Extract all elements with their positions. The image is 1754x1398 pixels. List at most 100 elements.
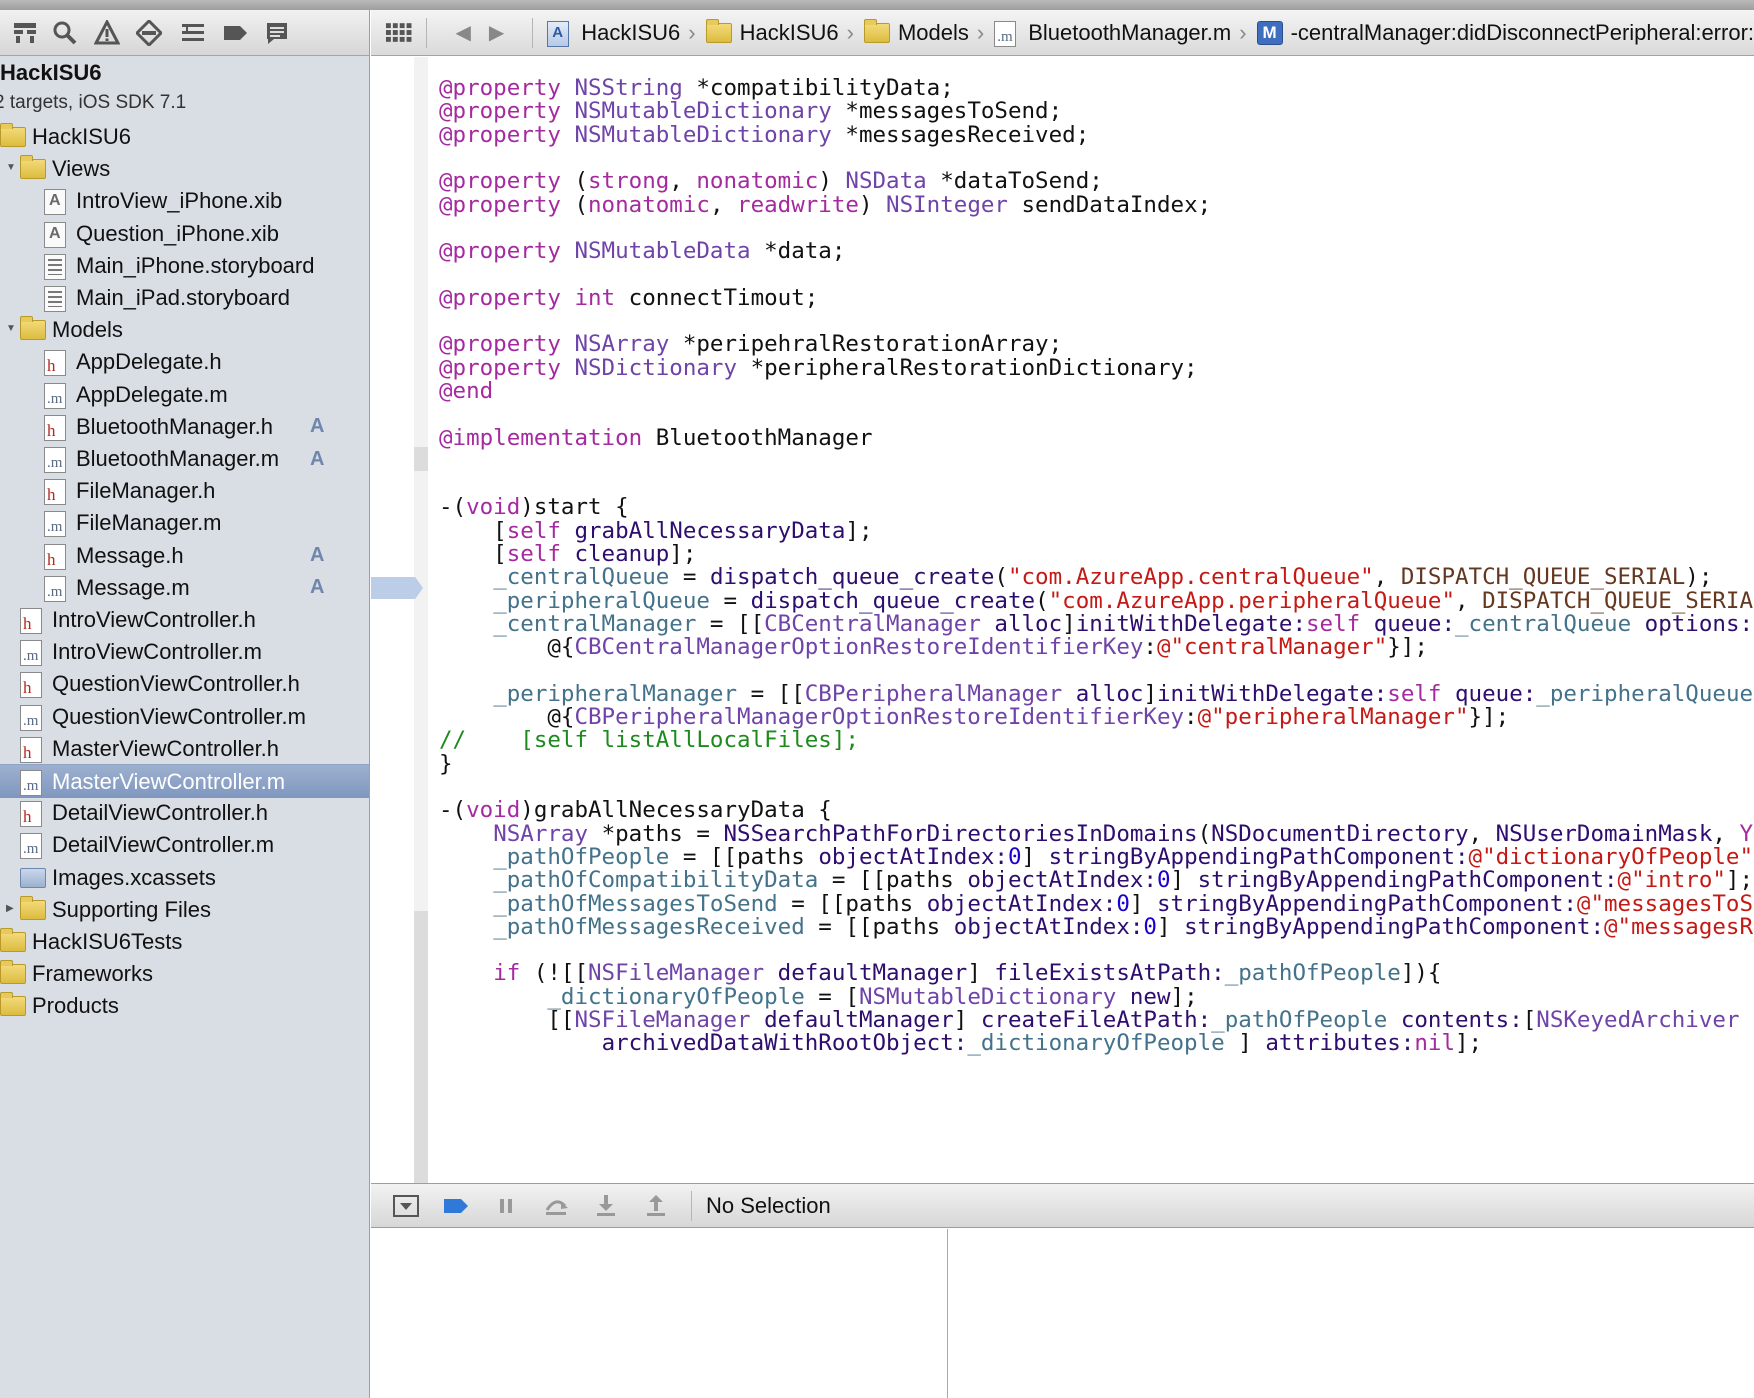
- code-line[interactable]: @property NSMutableDictionary *messagesR…: [439, 122, 1089, 148]
- code-line[interactable]: archivedDataWithRootObject:_dictionaryOf…: [439, 1030, 1483, 1056]
- editor-gutter[interactable]: [371, 57, 428, 1183]
- code-line[interactable]: _peripheralManager = [[CBPeripheralManag…: [439, 681, 1754, 707]
- navigator-item-label: IntroViewController.h: [52, 607, 256, 632]
- navigator-item[interactable]: ▼ Views: [0, 152, 369, 186]
- breadcrumb-file[interactable]: .m BluetoothManager.m ›: [994, 20, 1256, 47]
- navigator-item[interactable]: HackISU6: [0, 120, 369, 154]
- breakpoints-toggle-icon[interactable]: [441, 1192, 471, 1220]
- code-line[interactable]: @property (strong, nonatomic) NSData *da…: [439, 168, 1103, 194]
- code-line[interactable]: _centralQueue = dispatch_queue_create("c…: [439, 564, 1712, 590]
- navigator-item[interactable]: .m MasterViewController.m: [0, 764, 369, 798]
- go-back-icon[interactable]: ◀: [455, 20, 470, 45]
- code-line[interactable]: _pathOfPeople = [[paths objectAtIndex:0]…: [439, 844, 1754, 870]
- log-navigator-icon[interactable]: [262, 18, 292, 48]
- code-line[interactable]: if (![[NSFileManager defaultManager] fil…: [439, 960, 1441, 986]
- navigator-item[interactable]: .m DetailViewController.m: [0, 828, 369, 862]
- code-line[interactable]: _pathOfCompatibilityData = [[paths objec…: [439, 867, 1753, 893]
- code-line[interactable]: @property NSMutableDictionary *messagesT…: [439, 98, 1062, 124]
- code-line[interactable]: [[NSFileManager defaultManager] createFi…: [439, 1007, 1739, 1033]
- code-line[interactable]: _peripheralQueue = dispatch_queue_create…: [439, 588, 1754, 614]
- breadcrumb-group-hackisu6[interactable]: HackISU6 ›: [705, 18, 864, 46]
- code-line[interactable]: @end: [439, 378, 493, 404]
- issue-navigator-icon[interactable]: [92, 18, 122, 48]
- code-line[interactable]: @{CBPeripheralManagerOptionRestoreIdenti…: [439, 704, 1509, 730]
- navigator-item[interactable]: ▼ Models: [0, 313, 369, 347]
- disclosure-closed-icon[interactable]: ▶: [6, 903, 16, 915]
- navigator-item[interactable]: Images.xcassets: [0, 861, 369, 895]
- navigator-item-label: Views: [52, 156, 111, 182]
- code-line[interactable]: @property NSArray *peripehralRestoration…: [439, 331, 1062, 357]
- navigator-item[interactable]: .m IntroViewController.m: [0, 635, 369, 669]
- code-line[interactable]: @{CBCentralManagerOptionRestoreIdentifie…: [439, 634, 1428, 660]
- go-forward-icon[interactable]: ▶: [489, 20, 504, 45]
- breadcrumb-project[interactable]: HackISU6 ›: [547, 20, 705, 47]
- navigator-item[interactable]: h Message.h A: [0, 539, 369, 573]
- debug-navigator-icon[interactable]: [178, 18, 208, 48]
- navigator-item[interactable]: ▶ Supporting Files: [0, 893, 369, 927]
- code-token: [: [1522, 1007, 1537, 1033]
- navigator-item[interactable]: h BluetoothManager.h A: [0, 410, 369, 444]
- console-view[interactable]: [949, 1229, 1754, 1398]
- navigator-item[interactable]: Products: [0, 989, 369, 1023]
- disclosure-open-icon[interactable]: ▼: [6, 323, 16, 335]
- code-line[interactable]: @property NSMutableData *data;: [439, 238, 845, 264]
- navigator-item[interactable]: Question_iPhone.xib: [0, 217, 369, 251]
- code-line[interactable]: @property NSString *compatibilityData;: [439, 75, 954, 101]
- navigator-item[interactable]: h DetailViewController.h: [0, 796, 369, 830]
- code-line[interactable]: _pathOfMessagesToSend = [[paths objectAt…: [439, 891, 1754, 917]
- code-line[interactable]: -(void)start {: [439, 494, 629, 520]
- step-into-icon[interactable]: [591, 1192, 621, 1220]
- code-token: ,: [669, 168, 697, 195]
- code-line[interactable]: NSArray *paths = NSSearchPathForDirector…: [439, 821, 1754, 847]
- navigator-item[interactable]: h AppDelegate.h: [0, 345, 369, 379]
- navigator-item[interactable]: IntroView_iPhone.xib: [0, 184, 369, 218]
- navigator-item[interactable]: .m QuestionViewController.m: [0, 700, 369, 734]
- disclosure-open-icon[interactable]: ▼: [6, 162, 16, 174]
- variables-view[interactable]: [371, 1229, 948, 1398]
- hide-debug-area-icon[interactable]: [391, 1192, 421, 1220]
- code-token: _pathOfCompatibilityData: [493, 867, 819, 894]
- navigator-item[interactable]: h QuestionViewController.h: [0, 667, 369, 701]
- code-line[interactable]: [self cleanup];: [439, 541, 696, 567]
- navigator-item[interactable]: h FileManager.h: [0, 474, 369, 508]
- step-over-icon[interactable]: [541, 1192, 571, 1220]
- code-line[interactable]: @property NSDictionary *peripheralRestor…: [439, 355, 1198, 381]
- navigator-item[interactable]: .m Message.m A: [0, 571, 369, 605]
- search-navigator-icon[interactable]: [50, 18, 80, 48]
- navigator-item[interactable]: h MasterViewController.h: [0, 732, 369, 766]
- navigator-item[interactable]: .m BluetoothManager.m A: [0, 442, 369, 476]
- related-items-grid-icon[interactable]: [385, 22, 412, 44]
- code-line[interactable]: @implementation BluetoothManager: [439, 425, 873, 451]
- code-line[interactable]: _pathOfMessagesReceived = [[paths object…: [439, 914, 1754, 940]
- navigator-item[interactable]: Main_iPhone.storyboard: [0, 249, 369, 283]
- code-token: }];: [1468, 704, 1510, 731]
- breakpoint-marker-icon[interactable]: [371, 577, 423, 599]
- breadcrumb-method[interactable]: M -centralManager:didDisconnectPeriphera…: [1256, 20, 1754, 46]
- navigator-item[interactable]: .m AppDelegate.m: [0, 378, 369, 412]
- code-token: defaultManager: [764, 1007, 954, 1033]
- navigator-item[interactable]: Main_iPad.storyboard: [0, 281, 369, 315]
- code-line[interactable]: _dictionaryOfPeople = [NSMutableDictiona…: [439, 984, 1197, 1010]
- code-line[interactable]: @property (nonatomic, readwrite) NSInteg…: [439, 192, 1211, 218]
- navigator-item[interactable]: HackISU6Tests: [0, 925, 369, 959]
- navigator-item[interactable]: Frameworks: [0, 957, 369, 991]
- window-title-strip: [0, 0, 1754, 10]
- pause-icon[interactable]: [491, 1192, 521, 1220]
- code-line[interactable]: // [self listAllLocalFiles];: [439, 727, 859, 753]
- navigator-item[interactable]: h IntroViewController.h: [0, 603, 369, 637]
- breakpoint-navigator-icon[interactable]: [134, 18, 164, 48]
- breakpoint-tag-icon[interactable]: [220, 18, 250, 48]
- code-line[interactable]: }: [439, 751, 453, 777]
- code-line[interactable]: @property int connectTimout;: [439, 285, 818, 311]
- source-editor[interactable]: @property NSString *compatibilityData; @p…: [371, 57, 1754, 1183]
- code-token: _pathOfPeople: [1224, 960, 1401, 987]
- navigator-item[interactable]: .m FileManager.m: [0, 506, 369, 540]
- project-navigator-icon[interactable]: [10, 18, 40, 48]
- code-line[interactable]: -(void)grabAllNecessaryData {: [439, 797, 832, 823]
- project-root[interactable]: HackISU6: [0, 60, 102, 90]
- code-line[interactable]: [self grabAllNecessaryData];: [439, 518, 872, 544]
- breadcrumb-group-models[interactable]: Models ›: [863, 18, 994, 46]
- code-line[interactable]: _centralManager = [[CBCentralManager all…: [439, 611, 1753, 637]
- step-out-icon[interactable]: [641, 1192, 671, 1220]
